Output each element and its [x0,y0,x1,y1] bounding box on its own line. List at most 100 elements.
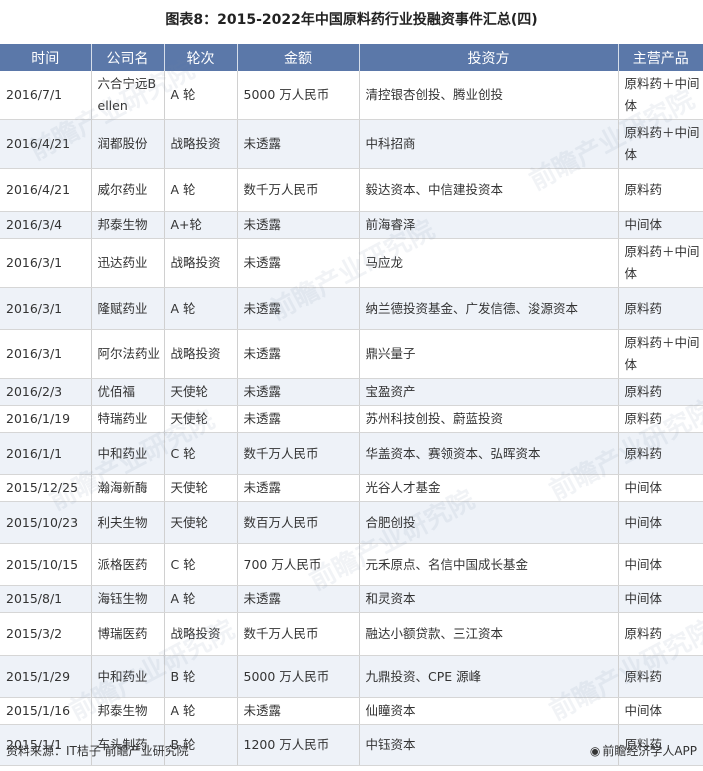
cell-company: 迅达药业 [91,238,165,288]
cell-investors: 马应龙 [359,238,619,288]
cell-amount: 未透露 [237,405,360,433]
cell-time: 2016/1/1 [0,432,92,475]
header-company: 公司名 [91,44,165,71]
brand-logo-icon: ◉ [589,744,601,758]
cell-round: A+轮 [164,211,238,239]
table-row: 2016/7/1 六合宁远Bellen A 轮 5000 万人民币 清控银杏创投、腾业创… [0,71,703,120]
header-product: 主营产品 [618,44,703,71]
cell-round: 天使轮 [164,501,238,544]
cell-amount: 数百万人民币 [237,501,360,544]
cell-amount: 数千万人民币 [237,612,360,656]
cell-investors: 毅达资本、中信建投资本 [359,168,619,212]
cell-product: 原料药 [618,378,703,406]
cell-product: 中间体 [618,697,703,725]
table-row: 2015/1/16 邦泰生物 A 轮未透露 仙瞳资本 中间体 [0,697,703,725]
cell-round: 战略投资 [164,238,238,288]
table-row: 2016/2/3 优佰福 天使轮 未透露 宝盈资产 原料药 [0,378,703,406]
cell-time: 2016/7/1 [0,71,92,120]
cell-round: A 轮 [164,168,238,212]
cell-amount: 未透露 [237,329,360,379]
cell-amount: 未透露 [237,585,360,613]
cell-amount: 数千万人民币 [237,168,360,212]
cell-round: A 轮 [164,697,238,725]
cell-company: 邦泰生物 [91,697,165,725]
cell-product: 原料药＋中间体 [618,329,703,379]
cell-investors: 纳兰德投资基金、广发信德、浚源资本 [359,287,619,330]
cell-product: 原料药 [618,405,703,433]
cell-round: 天使轮 [164,405,238,433]
cell-amount: 未透露 [237,378,360,406]
cell-company: 阿尔法药业 [91,329,165,379]
cell-investors: 前海睿泽 [359,211,619,239]
cell-time: 2016/3/4 [0,211,92,239]
cell-round: 战略投资 [164,329,238,379]
cell-amount: 5000 万人民币 [237,71,360,120]
cell-product: 原料药＋中间体 [618,238,703,288]
cell-time: 2016/3/1 [0,287,92,330]
cell-product: 原料药 [618,612,703,656]
cell-company: 博瑞医药 [91,612,165,656]
cell-product: 中间体 [618,543,703,586]
cell-round: A 轮 [164,71,238,120]
brand-label: ◉ 前瞻经济学人APP [590,742,697,759]
table-row: 2015/1/29 中和药业 B 轮 5000 万人民币 九鼎投资、CPE 源峰 原料药 [0,655,703,698]
cell-investors: 融达小额贷款、三江资本 [359,612,619,656]
cell-product: 中间体 [618,211,703,239]
cell-product: 原料药＋中间体 [618,71,703,120]
cell-amount: 未透露 [237,238,360,288]
cell-amount: 未透露 [237,697,360,725]
cell-amount: 未透露 [237,211,360,239]
cell-time: 2015/10/15 [0,543,92,586]
table-row: 2015/10/23 利夫生物 天使轮 数百万人民币 合肥创投 中间体 [0,501,703,544]
cell-company: 特瑞药业 [91,405,165,433]
cell-company: 邦泰生物 [91,211,165,239]
cell-amount: 1200 万人民币 [237,724,360,766]
table-row: 2015/12/25 瀚海新酶 天使轮 未透露 光谷人才基金 中间体 [0,474,703,502]
cell-amount: 未透露 [237,474,360,502]
cell-company: 润都股份 [91,119,165,169]
table-row: 2016/3/1 阿尔法药业 战略投资 未透露 鼎兴量子 原料药＋中间体 [0,329,703,379]
header-time: 时间 [0,44,92,71]
table-row: 2016/3/1 迅达药业 战略投资 未透露 马应龙 原料药＋中间体 [0,238,703,288]
cell-time: 2015/8/1 [0,585,92,613]
table-row: 2016/3/4 邦泰生物 A+轮 未透露 前海睿泽 中间体 [0,211,703,239]
cell-product: 原料药 [618,432,703,475]
cell-amount: 700 万人民币 [237,543,360,586]
header-round: 轮次 [164,44,238,71]
cell-time: 2016/3/1 [0,238,92,288]
cell-time: 2016/3/1 [0,329,92,379]
cell-company: 优佰福 [91,378,165,406]
cell-round: B 轮 [164,655,238,698]
cell-investors: 和灵资本 [359,585,619,613]
cell-time: 2016/2/3 [0,378,92,406]
cell-round: A 轮 [164,585,238,613]
cell-investors: 鼎兴量子 [359,329,619,379]
cell-amount: 5000 万人民币 [237,655,360,698]
chart-title: 图表8：2015-2022年中国原料药行业投融资事件汇总(四) [165,12,538,28]
cell-time: 2016/4/21 [0,168,92,212]
table-row: 2016/4/21 润都股份 战略投资 未透露 中科招商 原料药＋中间体 [0,119,703,169]
cell-product: 原料药 [618,655,703,698]
cell-time: 2015/3/2 [0,612,92,656]
cell-investors: 宝盈资产 [359,378,619,406]
table-row: 2015/3/2 博瑞医药 战略投资 数千万人民币 融达小额贷款、三江资本 原料药 [0,612,703,656]
cell-round: 天使轮 [164,474,238,502]
cell-investors: 中科招商 [359,119,619,169]
cell-product: 中间体 [618,585,703,613]
cell-investors: 元禾原点、名信中国成长基金 [359,543,619,586]
cell-investors: 光谷人才基金 [359,474,619,502]
cell-time: 2016/1/19 [0,405,92,433]
cell-product: 原料药 [618,168,703,212]
cell-company: 六合宁远Bellen [91,71,165,120]
cell-company: 海钰生物 [91,585,165,613]
cell-company: 瀚海新酶 [91,474,165,502]
cell-product: 中间体 [618,474,703,502]
cell-company: 中和药业 [91,432,165,475]
cell-company: 威尔药业 [91,168,165,212]
cell-company: 隆赋药业 [91,287,165,330]
table-row: 2015/10/15 派格医药 C 轮 700 万人民币 元禾原点、名信中国成长基金 中间… [0,543,703,586]
header-amount: 金额 [237,44,360,71]
cell-amount: 未透露 [237,287,360,330]
cell-company: 中和药业 [91,655,165,698]
table-row: 2016/1/19 特瑞药业 天使轮 未透露 苏州科技创投、蔚蓝投资 原料药 [0,405,703,433]
